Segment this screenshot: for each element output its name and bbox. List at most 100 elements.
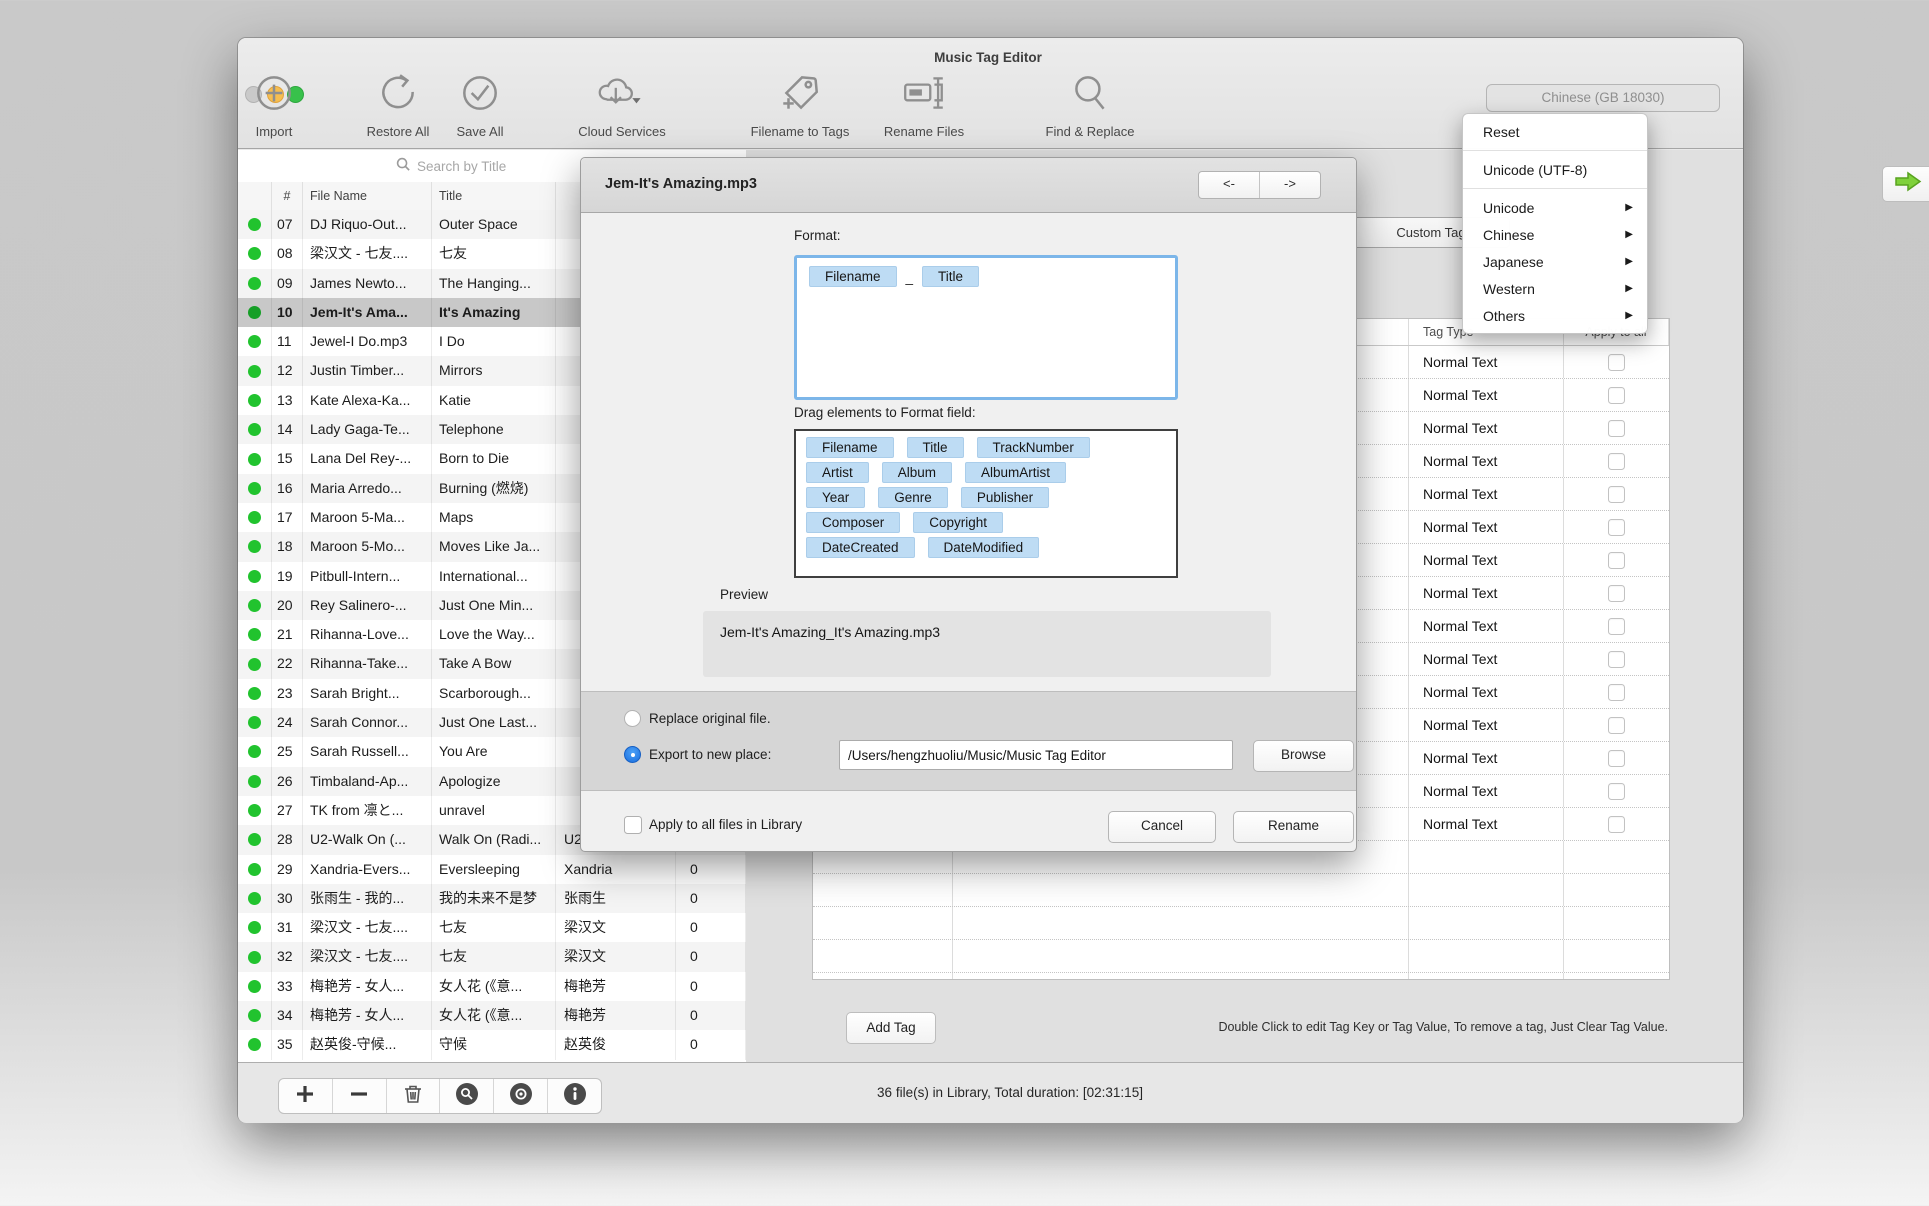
search-circle-icon [455, 1082, 479, 1111]
menu-item-western[interactable]: Western▶ [1463, 275, 1647, 302]
apply-to-all-checkbox[interactable] [1608, 717, 1625, 734]
apply-to-all-checkbox[interactable] [1608, 783, 1625, 800]
drag-chip-datemodified[interactable]: DateModified [928, 537, 1040, 558]
preview-filename: Jem-It's Amazing_It's Amazing.mp3 [720, 624, 940, 640]
add-tag-button[interactable]: Add Tag [846, 1012, 936, 1044]
preview-button[interactable] [493, 1079, 547, 1113]
drag-chip-composer[interactable]: Composer [806, 512, 900, 533]
toolbar-cloud-services-button[interactable]: Cloud Services [562, 70, 682, 139]
status-dot-icon [248, 247, 261, 260]
search-input[interactable]: Search by Title [396, 157, 506, 175]
drag-chip-datecreated[interactable]: DateCreated [806, 537, 915, 558]
drag-chip-publisher[interactable]: Publisher [961, 487, 1049, 508]
apply-to-all-checkbox[interactable] [1608, 552, 1625, 569]
file-row-35[interactable]: 35赵英俊-守候...守候赵英俊0 [238, 1030, 746, 1059]
toolbar-find-replace-button[interactable]: Find & Replace [1040, 70, 1140, 139]
apply-to-all-checkbox[interactable] [1608, 618, 1625, 635]
menu-item-others[interactable]: Others▶ [1463, 302, 1647, 329]
library-status-text: 36 file(s) in Library, Total duration: [… [660, 1085, 1360, 1100]
status-dot-icon [248, 277, 261, 290]
format-chip-title[interactable]: Title [922, 266, 979, 287]
apply-to-all-checkbox[interactable] [1608, 585, 1625, 602]
file-row-31[interactable]: 31梁汉文 - 七友....七友梁汉文0 [238, 913, 746, 942]
menu-item-reset[interactable]: Reset [1463, 118, 1647, 145]
apply-to-all-checkbox[interactable] [1608, 387, 1625, 404]
export-path-input[interactable] [839, 740, 1233, 770]
file-row-33[interactable]: 33梅艳芳 - 女人...女人花 (《意...梅艳芳0 [238, 972, 746, 1001]
encoding-field[interactable]: Chinese (GB 18030) [1486, 84, 1720, 112]
next-file-button[interactable]: -> [1259, 172, 1320, 198]
column-number[interactable]: # [272, 182, 303, 210]
apply-to-all-checkbox[interactable] [1608, 420, 1625, 437]
format-chip-filename[interactable]: Filename [809, 266, 897, 287]
toolbar-rename-files-button[interactable]: Rename Files [874, 70, 974, 139]
tag-row-empty[interactable] [813, 907, 1669, 940]
column-title[interactable]: Title [432, 182, 556, 210]
column-status [238, 182, 272, 210]
drag-chip-artist[interactable]: Artist [806, 462, 869, 483]
apply-to-all-checkbox[interactable] [1608, 519, 1625, 536]
status-dot-icon [248, 423, 261, 436]
delete-button[interactable] [386, 1079, 440, 1113]
drag-chip-copyright[interactable]: Copyright [913, 512, 1003, 533]
cancel-button[interactable]: Cancel [1108, 811, 1216, 843]
cloud-services-icon [562, 70, 682, 122]
file-row-29[interactable]: 29Xandria-Evers...EversleepingXandria0 [238, 855, 746, 884]
replace-original-radio[interactable] [624, 710, 641, 727]
desktop: Music Tag Editor Import Restore All [0, 0, 1929, 1206]
menu-item-japanese[interactable]: Japanese▶ [1463, 248, 1647, 275]
apply-to-all-checkbox[interactable] [1608, 816, 1625, 833]
status-dot-icon [248, 511, 261, 524]
file-row-30[interactable]: 30张雨生 - 我的...我的未来不是梦张雨生0 [238, 884, 746, 913]
file-row-34[interactable]: 34梅艳芳 - 女人...女人花 (《意...梅艳芳0 [238, 1001, 746, 1030]
destination-section: Replace original file. Export to new pla… [581, 691, 1356, 791]
status-dot-icon [248, 570, 261, 583]
browse-button[interactable]: Browse [1253, 740, 1354, 772]
status-dot-icon [248, 335, 261, 348]
toolbar-save-all-button[interactable]: Save All [440, 70, 520, 139]
rename-button[interactable]: Rename [1233, 811, 1354, 843]
search-library-button[interactable] [439, 1079, 493, 1113]
remove-file-button[interactable] [332, 1079, 386, 1113]
apply-to-all-checkbox[interactable] [1608, 684, 1625, 701]
status-dot-icon [248, 980, 261, 993]
drag-chip-year[interactable]: Year [806, 487, 865, 508]
toolbar-filename-to-tags-button[interactable]: Filename to Tags [738, 70, 862, 139]
toolbar-import-button[interactable]: Import [218, 70, 330, 139]
menu-item-unicode[interactable]: Unicode▶ [1463, 194, 1647, 221]
drag-chip-albumartist[interactable]: AlbumArtist [965, 462, 1066, 483]
drag-chip-filename[interactable]: Filename [806, 437, 894, 458]
menu-item-chinese[interactable]: Chinese▶ [1463, 221, 1647, 248]
status-dot-icon [248, 453, 261, 466]
menu-item-unicode-utf-8-[interactable]: Unicode (UTF-8) [1463, 156, 1647, 183]
toolbar-restore-all-button[interactable]: Restore All [348, 70, 448, 139]
apply-to-all-checkbox[interactable] [1608, 354, 1625, 371]
previous-file-button[interactable]: <- [1199, 172, 1259, 198]
apply-to-all-checkbox[interactable] [1608, 453, 1625, 470]
tag-row-empty[interactable] [813, 973, 1669, 980]
status-dot-icon [248, 775, 261, 788]
status-dot-icon [248, 394, 261, 407]
drag-chip-tracknumber[interactable]: TrackNumber [977, 437, 1090, 458]
apply-encoding-button[interactable] [1882, 166, 1929, 202]
apply-all-files-checkbox[interactable] [624, 816, 642, 834]
export-new-place-radio[interactable] [624, 746, 641, 763]
apply-to-all-checkbox[interactable] [1608, 750, 1625, 767]
apply-to-all-checkbox[interactable] [1608, 651, 1625, 668]
status-dot-icon [248, 833, 261, 846]
rename-dialog: Jem-It's Amazing.mp3 <- -> Format: Filen… [580, 157, 1357, 852]
tag-row-empty[interactable] [813, 874, 1669, 907]
add-file-button[interactable] [279, 1079, 332, 1113]
drag-chip-title[interactable]: Title [907, 437, 964, 458]
status-dot-icon [248, 716, 261, 729]
drag-chip-genre[interactable]: Genre [878, 487, 948, 508]
tag-row-empty[interactable] [813, 940, 1669, 973]
drag-chip-album[interactable]: Album [882, 462, 952, 483]
format-field[interactable]: Filename_Title [794, 255, 1178, 400]
info-button[interactable] [547, 1079, 601, 1113]
search-icon [396, 157, 411, 175]
apply-to-all-checkbox[interactable] [1608, 486, 1625, 503]
file-row-32[interactable]: 32梁汉文 - 七友....七友梁汉文0 [238, 942, 746, 971]
plus-icon [295, 1084, 315, 1109]
column-file-name[interactable]: File Name [303, 182, 432, 210]
